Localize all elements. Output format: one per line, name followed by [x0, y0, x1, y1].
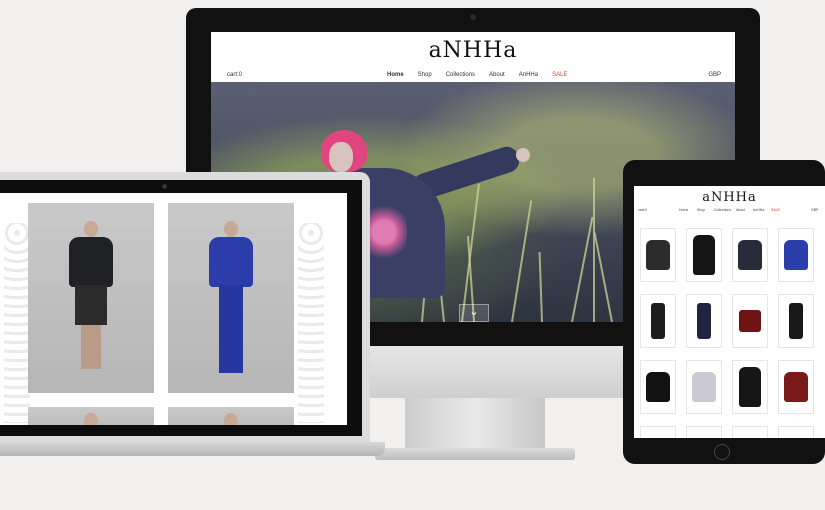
- laptop-base: [0, 442, 385, 456]
- nav-collections[interactable]: Collections: [446, 72, 475, 78]
- product-tile[interactable]: [778, 228, 814, 282]
- product-tile[interactable]: [686, 228, 722, 282]
- imac-stand: [405, 398, 545, 450]
- grass-stem: [461, 183, 480, 322]
- nav-sale[interactable]: SALE: [552, 72, 567, 78]
- tablet-website: aNHHa cart:0 Home Shop Collections About…: [634, 186, 825, 438]
- lace-ornament-left: [4, 223, 30, 423]
- product-thumbnail: [697, 303, 711, 339]
- scroll-down-icon[interactable]: ⌄: [459, 304, 489, 322]
- product-thumbnail: [646, 372, 670, 402]
- product-thumbnail: [739, 310, 761, 332]
- product-tile[interactable]: [732, 294, 768, 348]
- product-thumbnail: [692, 372, 716, 402]
- model-head: [224, 413, 238, 425]
- model-skirt: [75, 285, 107, 325]
- nav-home[interactable]: Home: [679, 208, 688, 212]
- product-tile[interactable]: [732, 360, 768, 414]
- home-button[interactable]: [714, 444, 730, 460]
- product-photo[interactable]: [168, 407, 294, 425]
- product-thumbnail: [651, 303, 665, 339]
- product-tile[interactable]: [686, 294, 722, 348]
- model-head: [84, 413, 98, 425]
- product-photo[interactable]: [28, 407, 154, 425]
- product-thumbnail: [739, 367, 761, 407]
- nav-home[interactable]: Home: [387, 72, 404, 78]
- imac-stand-base: [375, 448, 575, 460]
- model-head: [224, 221, 238, 237]
- nav-about[interactable]: About: [736, 208, 745, 212]
- model-top: [209, 237, 253, 287]
- grass-stem: [511, 200, 533, 322]
- model-face: [329, 142, 353, 172]
- nav-about[interactable]: About: [489, 72, 505, 78]
- product-thumbnail: [646, 240, 670, 270]
- product-tile[interactable]: [640, 228, 676, 282]
- product-tile[interactable]: [778, 426, 814, 438]
- model-trousers: [219, 285, 243, 373]
- cart-link[interactable]: cart:0: [638, 208, 647, 212]
- currency-selector[interactable]: GBP: [811, 208, 818, 212]
- nav-sale[interactable]: SALE: [771, 208, 780, 212]
- product-photo[interactable]: [28, 203, 154, 393]
- product-tile[interactable]: [640, 294, 676, 348]
- grass-stem: [571, 216, 594, 322]
- lace-ornament-right: [298, 223, 324, 423]
- product-thumbnail: [789, 303, 803, 339]
- product-tile[interactable]: [732, 426, 768, 438]
- product-thumbnail: [693, 235, 715, 275]
- product-tile[interactable]: [640, 360, 676, 414]
- laptop-website: [0, 193, 347, 425]
- product-tile[interactable]: [686, 360, 722, 414]
- model-hand: [516, 148, 530, 162]
- laptop-camera: [162, 184, 167, 189]
- product-thumbnail: [784, 372, 808, 402]
- product-tile[interactable]: [778, 360, 814, 414]
- grass-stem: [538, 252, 543, 322]
- nav-collections[interactable]: Collections: [714, 208, 731, 212]
- product-thumbnail: [738, 240, 762, 270]
- product-tile[interactable]: [732, 228, 768, 282]
- grass-stem: [593, 232, 613, 322]
- site-logo[interactable]: aNHHa: [634, 190, 825, 205]
- product-tile[interactable]: [686, 426, 722, 438]
- model-top: [69, 237, 113, 287]
- grass-stem: [593, 178, 595, 322]
- model-legs: [81, 325, 101, 369]
- site-logo[interactable]: aNHHa: [211, 38, 735, 63]
- nav-shop[interactable]: Shop: [697, 208, 705, 212]
- currency-selector[interactable]: GBP: [708, 72, 721, 78]
- product-tile[interactable]: [640, 426, 676, 438]
- cart-link[interactable]: cart:0: [227, 72, 242, 78]
- nav-shop[interactable]: Shop: [418, 72, 432, 78]
- imac-camera: [470, 14, 476, 20]
- nav-anhha[interactable]: AnHHa: [519, 72, 538, 78]
- main-menu: Home Shop Collections About AnHHa SALE: [387, 72, 567, 78]
- nav-anhha[interactable]: AnHHa: [753, 208, 764, 212]
- product-tile[interactable]: [778, 294, 814, 348]
- model-head: [84, 221, 98, 237]
- product-photo[interactable]: [168, 203, 294, 393]
- product-thumbnail: [784, 240, 808, 270]
